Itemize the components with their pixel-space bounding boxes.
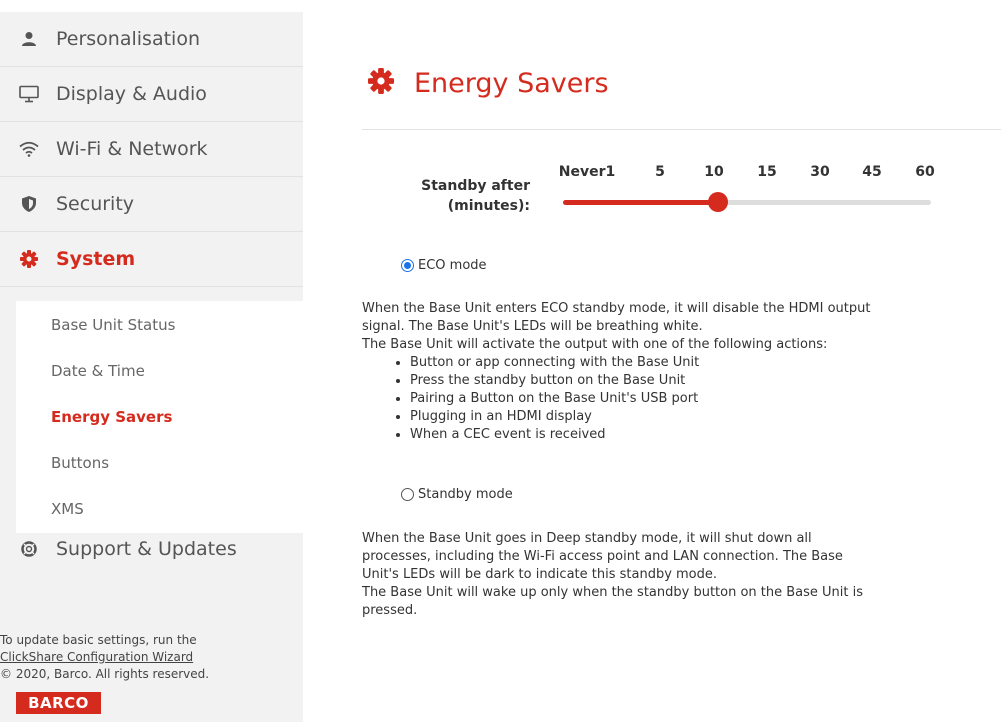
sidebar-item-label: Support & Updates (56, 537, 237, 560)
sidebar-item-label: System (56, 248, 136, 270)
subnav-item-date-time[interactable]: Date & Time (51, 362, 145, 380)
standby-desc-line: The Base Unit will wake up only when the… (362, 585, 864, 600)
person-icon (17, 27, 41, 51)
sidebar-item-label: Display & Audio (56, 83, 207, 105)
slider-tick-label: Never1 (558, 164, 616, 180)
sidebar-item-personalisation[interactable]: Personalisation (0, 12, 303, 67)
slider-tick-label: 60 (915, 164, 935, 180)
sidebar: Personalisation Display & Audio Wi-Fi & … (0, 12, 303, 722)
standby-label-line1: Standby after (421, 178, 530, 194)
standby-mode-radio[interactable]: Standby mode (401, 487, 513, 502)
slider-tick-label: 30 (810, 164, 830, 180)
title-divider (362, 129, 1001, 130)
lifebuoy-icon (17, 537, 41, 561)
sidebar-item-display-audio[interactable]: Display & Audio (0, 67, 303, 122)
eco-mode-label: ECO mode (418, 258, 487, 273)
gear-icon (368, 68, 394, 98)
system-subnav: Base Unit Status Date & Time Energy Save… (16, 301, 303, 533)
subnav-item-energy-savers[interactable]: Energy Savers (51, 408, 172, 426)
copyright-text: © 2020, Barco. All rights reserved. (0, 667, 210, 681)
slider-tick-label: 45 (862, 164, 882, 180)
page-header: Energy Savers (368, 60, 609, 106)
sidebar-item-label: Personalisation (56, 28, 200, 50)
radio-button[interactable] (401, 259, 414, 272)
slider-fill (563, 200, 718, 205)
wake-actions-list: Button or app connecting with the Base U… (362, 354, 942, 444)
list-item: Press the standby button on the Base Uni… (410, 372, 942, 390)
eco-mode-description: When the Base Unit enters ECO standby mo… (362, 300, 942, 444)
page-title: Energy Savers (414, 67, 609, 99)
eco-mode-radio[interactable]: ECO mode (401, 258, 487, 273)
list-item: Plugging in an HDMI display (410, 408, 942, 426)
standby-desc-line: pressed. (362, 603, 418, 618)
subnav-item-base-unit-status[interactable]: Base Unit Status (51, 316, 175, 334)
standby-slider[interactable] (563, 192, 931, 212)
wifi-icon (17, 137, 41, 161)
standby-desc-line: processes, including the Wi-Fi access po… (362, 549, 843, 564)
radio-button[interactable] (401, 488, 414, 501)
gear-icon (17, 247, 41, 271)
barco-logo: BARCO (16, 692, 101, 714)
sidebar-item-wifi-network[interactable]: Wi-Fi & Network (0, 122, 303, 177)
sidebar-item-label: Security (56, 193, 135, 215)
standby-label-line2: (minutes): (447, 198, 530, 214)
standby-mode-label: Standby mode (418, 487, 513, 502)
sidebar-item-security[interactable]: Security (0, 177, 303, 232)
list-item: When a CEC event is received (410, 426, 942, 444)
configuration-wizard-link[interactable]: ClickShare Configuration Wizard (0, 650, 193, 664)
list-item: Button or app connecting with the Base U… (410, 354, 942, 372)
standby-after-label: Standby after (minutes): (400, 176, 530, 216)
footer-text: To update basic settings, run the (0, 633, 197, 647)
monitor-icon (17, 82, 41, 106)
eco-desc-line: signal. The Base Unit's LEDs will be bre… (362, 319, 703, 334)
sidebar-footer: To update basic settings, run the ClickS… (0, 632, 290, 683)
slider-tick-label: 15 (757, 164, 777, 180)
sidebar-item-support-updates[interactable]: Support & Updates (0, 521, 303, 576)
standby-mode-description: When the Base Unit goes in Deep standby … (362, 530, 942, 620)
slider-tick-label: 10 (704, 164, 724, 180)
sidebar-item-label: Wi-Fi & Network (56, 138, 208, 160)
eco-desc-line: The Base Unit will activate the output w… (362, 337, 828, 352)
subnav-item-buttons[interactable]: Buttons (51, 454, 109, 472)
slider-thumb[interactable] (708, 192, 728, 212)
sidebar-item-system[interactable]: System (0, 232, 303, 287)
eco-desc-line: When the Base Unit enters ECO standby mo… (362, 301, 871, 316)
standby-desc-line: Unit's LEDs will be dark to indicate thi… (362, 567, 718, 582)
list-item: Pairing a Button on the Base Unit's USB … (410, 390, 942, 408)
shield-icon (17, 192, 41, 216)
standby-desc-line: When the Base Unit goes in Deep standby … (362, 531, 812, 546)
slider-tick-label: 5 (655, 164, 665, 180)
subnav-item-xms[interactable]: XMS (51, 500, 84, 518)
